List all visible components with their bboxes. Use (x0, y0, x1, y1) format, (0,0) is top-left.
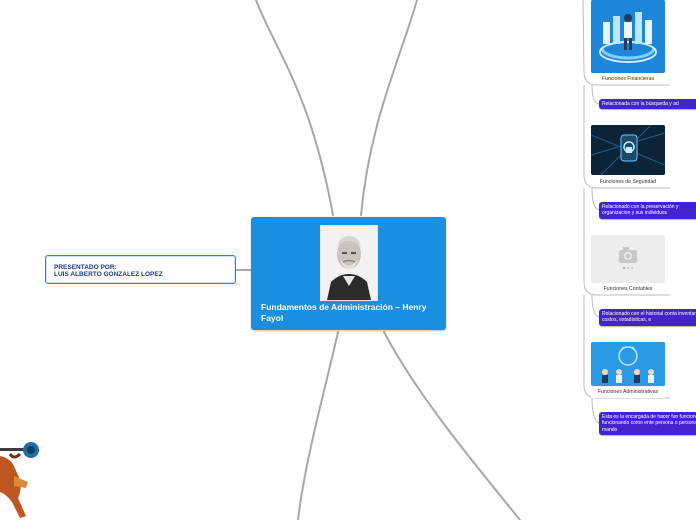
image-placeholder-icon (591, 235, 665, 283)
link-top-right (360, 0, 418, 216)
link-bottom-left (297, 331, 339, 520)
caption-funciones-financieras: Funciones Financieras (601, 76, 655, 82)
link-note-3 (591, 294, 600, 318)
link-note-1 (591, 84, 600, 105)
link-bottom-right (383, 331, 521, 520)
link-note-4 (591, 397, 600, 424)
note-administrativas[interactable]: Esta es la encargada de hacer fun funcio… (599, 412, 696, 435)
topic-funciones-contables[interactable]: Funciones Contables (591, 235, 665, 293)
security-illustration (591, 125, 665, 175)
administration-illustration (591, 342, 665, 386)
note-seguridad[interactable]: Relacionado con la preservación y organi… (599, 202, 696, 219)
finance-illustration (591, 0, 665, 73)
link-note-2 (591, 187, 600, 211)
caption-funciones-contables: Funciones Contables (603, 286, 653, 292)
note-financieras[interactable]: Relacionada con la búsqueda y ad (599, 99, 696, 109)
topic-funciones-seguridad[interactable]: Funciones de Seguridad (591, 125, 665, 187)
note-contables[interactable]: Relacionado con el historial conta inven… (599, 309, 696, 326)
presenter-name: LUIS ALBERTO GONZALEZ LOPEZ (54, 271, 163, 278)
link-top-left (255, 0, 334, 216)
caption-funciones-seguridad: Funciones de Seguridad (599, 179, 657, 185)
caption-funciones-administrativas: Funciones Administrativas (597, 389, 659, 395)
mind-map-canvas: Fundamentos de Administración – Henry Fa… (0, 0, 696, 520)
presenter-node[interactable]: PRESENTADO POR: LUIS ALBERTO GONZALEZ LO… (45, 255, 236, 284)
central-topic-title: Fundamentos de Administración – Henry Fa… (261, 302, 427, 323)
weightlifter-illustration (0, 436, 44, 520)
topic-funciones-financieras[interactable]: Funciones Financieras (591, 0, 665, 82)
henri-fayol-portrait (320, 225, 378, 301)
central-topic[interactable]: Fundamentos de Administración – Henry Fa… (251, 217, 446, 330)
topic-funciones-administrativas[interactable]: Funciones Administrativas (591, 342, 665, 398)
